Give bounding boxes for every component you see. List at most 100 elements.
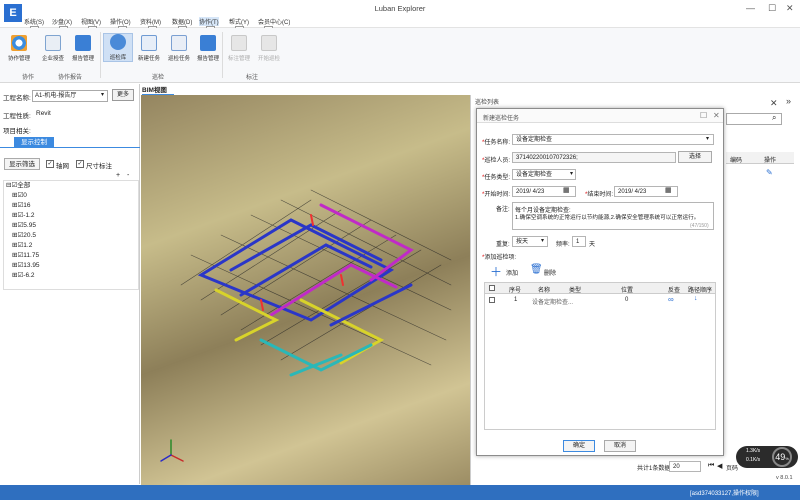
- row-position: 0: [625, 297, 629, 303]
- enterprise-check-button[interactable]: 企业授查: [38, 35, 68, 62]
- menu-system[interactable]: 系统(S): [24, 17, 44, 26]
- tree-item[interactable]: ⊞☑5.95: [12, 221, 36, 231]
- inspector-label: *巡检人员:: [482, 158, 511, 164]
- select-all-checkbox[interactable]: [489, 285, 495, 291]
- tree-item[interactable]: ⊞☑1.2: [12, 241, 32, 251]
- add-icon[interactable]: ＋: [490, 263, 502, 280]
- maximize-icon[interactable]: ☐: [768, 3, 776, 14]
- annotation-manage-button[interactable]: 标注管理: [224, 35, 254, 62]
- task-name-label: *任务名称:: [482, 140, 511, 146]
- table-row[interactable]: [485, 295, 715, 305]
- collab-manage-button[interactable]: 协作管理: [4, 35, 34, 62]
- menu-sandbox[interactable]: 沙盘(X): [52, 17, 72, 26]
- close-panel-icon[interactable]: ✕: [770, 98, 778, 109]
- menu-view[interactable]: 视图(V): [81, 17, 101, 26]
- new-task-button[interactable]: 新建任务: [134, 35, 164, 62]
- trash-icon[interactable]: 🗑: [530, 264, 543, 275]
- note-char-count: (47/150): [690, 223, 709, 229]
- group-label: 标注: [246, 75, 259, 81]
- collapse-panel-icon[interactable]: »: [786, 96, 791, 106]
- col-reverse: 反查: [668, 288, 681, 294]
- annotation-icon: [231, 35, 247, 51]
- frequency-unit: 天: [589, 242, 596, 248]
- inspection-task-button[interactable]: 巡检任务: [164, 35, 194, 62]
- inspection-lib-button[interactable]: 巡检库: [103, 33, 133, 62]
- cancel-button[interactable]: 取消: [604, 440, 636, 452]
- edit-icon[interactable]: ✎: [766, 168, 773, 177]
- menu-style[interactable]: 帮式(Y): [229, 17, 249, 26]
- select-inspector-button[interactable]: 选择: [678, 151, 712, 163]
- frequency-label: 频率:: [556, 242, 570, 248]
- menu-data[interactable]: 数据(D): [172, 17, 192, 26]
- tree-item[interactable]: ⊞☑13.95: [12, 261, 40, 271]
- upload-speed: 1.3K/s: [746, 448, 761, 454]
- minimize-icon[interactable]: —: [746, 3, 755, 13]
- display-filter-button[interactable]: 显示筛选: [4, 158, 40, 170]
- col-path-order: 路径顺序: [688, 288, 713, 294]
- chevron-down-icon[interactable]: ▾: [101, 91, 104, 98]
- calendar-icon[interactable]: ▦: [665, 186, 672, 194]
- chevron-down-icon[interactable]: ▾: [570, 170, 573, 177]
- menu-collab[interactable]: 协作(T): [199, 17, 219, 26]
- tree-item[interactable]: ⊞☑20.5: [12, 231, 36, 241]
- close-icon[interactable]: ✕: [713, 111, 720, 120]
- col-index: 序号: [509, 288, 522, 294]
- binoculars-icon[interactable]: ∞: [668, 295, 674, 304]
- search-icon[interactable]: ⌕: [772, 113, 776, 123]
- close-icon[interactable]: ✕: [786, 3, 794, 14]
- window-title: Luban Explorer: [374, 4, 426, 13]
- ribbon-separator: [222, 32, 223, 78]
- first-page-icon[interactable]: ⏮: [708, 462, 714, 470]
- more-button[interactable]: 更多: [112, 89, 134, 101]
- ok-button[interactable]: 确定: [563, 440, 595, 452]
- axis-checkbox[interactable]: ✓: [46, 160, 54, 168]
- start-inspection-button[interactable]: 开始巡检: [254, 35, 284, 62]
- expand-all-button[interactable]: +: [116, 172, 120, 179]
- inspection-report-button[interactable]: 报告管理: [193, 35, 223, 62]
- menu-material[interactable]: 资料(M): [140, 17, 161, 26]
- tab-bim-view[interactable]: BIM视图: [142, 84, 174, 94]
- bim-3d-viewport[interactable]: [141, 95, 470, 485]
- cpu-gauge: 49%: [772, 447, 792, 467]
- menu-operate[interactable]: 操作(O): [110, 17, 131, 26]
- dimension-label: 尺寸标注: [86, 163, 112, 170]
- dimension-checkbox[interactable]: ✓: [76, 160, 84, 168]
- project-name-label: 工程名称:: [3, 95, 31, 102]
- menu-member[interactable]: 会员中心(C): [258, 17, 290, 26]
- page-label: 页码: [726, 466, 739, 472]
- tree-item[interactable]: ⊞☑11.75: [12, 251, 39, 261]
- inspector-field[interactable]: 371402200107072326;: [512, 152, 676, 163]
- report-manage-button[interactable]: 报告管理: [68, 35, 98, 62]
- start-icon: [261, 35, 277, 51]
- maximize-icon[interactable]: ☐: [700, 111, 707, 120]
- prev-page-icon[interactable]: ◀: [717, 462, 722, 470]
- tree-item[interactable]: ⊞☑16: [12, 201, 31, 211]
- task-type-select[interactable]: 设备定期检查: [512, 169, 576, 180]
- arrow-down-icon[interactable]: ↓: [694, 295, 698, 302]
- project-select[interactable]: A1-机电-报告厅: [32, 90, 108, 102]
- delete-button[interactable]: 删除: [544, 268, 556, 277]
- row-checkbox[interactable]: [489, 297, 495, 303]
- frequency-input[interactable]: 1: [572, 236, 586, 247]
- tree-item[interactable]: ⊞☑-6.2: [12, 271, 34, 281]
- add-button[interactable]: 添加: [506, 268, 518, 277]
- tree-item[interactable]: ⊟☑全部: [6, 181, 30, 191]
- report-icon: [75, 35, 91, 51]
- ribbon-separator: [100, 32, 101, 78]
- chevron-down-icon[interactable]: ▾: [706, 135, 709, 142]
- tree-item[interactable]: ⊞☑0: [12, 191, 27, 201]
- calendar-icon[interactable]: ▦: [563, 186, 570, 194]
- collapse-all-button[interactable]: -: [127, 172, 129, 179]
- status-bar: [0, 485, 800, 500]
- panel-title: 巡检列表: [475, 100, 500, 106]
- row-name: 设备定期检查...: [532, 300, 574, 306]
- add-items-label: *添加巡检项:: [482, 255, 517, 261]
- page-size-select[interactable]: 20: [669, 461, 701, 472]
- total-count: 共计1条数据: [637, 466, 671, 472]
- note-line-2: 1.确保空调系统的正常运行以节约能源,2.确保安全管理系统可以正常运行。: [515, 215, 700, 221]
- chevron-down-icon[interactable]: ▾: [541, 237, 544, 244]
- task-name-select[interactable]: 设备定期检查: [512, 134, 714, 145]
- project-type-label: 工程性质:: [3, 113, 31, 120]
- tree-item[interactable]: ⊞☑-1.2: [12, 211, 34, 221]
- enterprise-icon: [45, 35, 61, 51]
